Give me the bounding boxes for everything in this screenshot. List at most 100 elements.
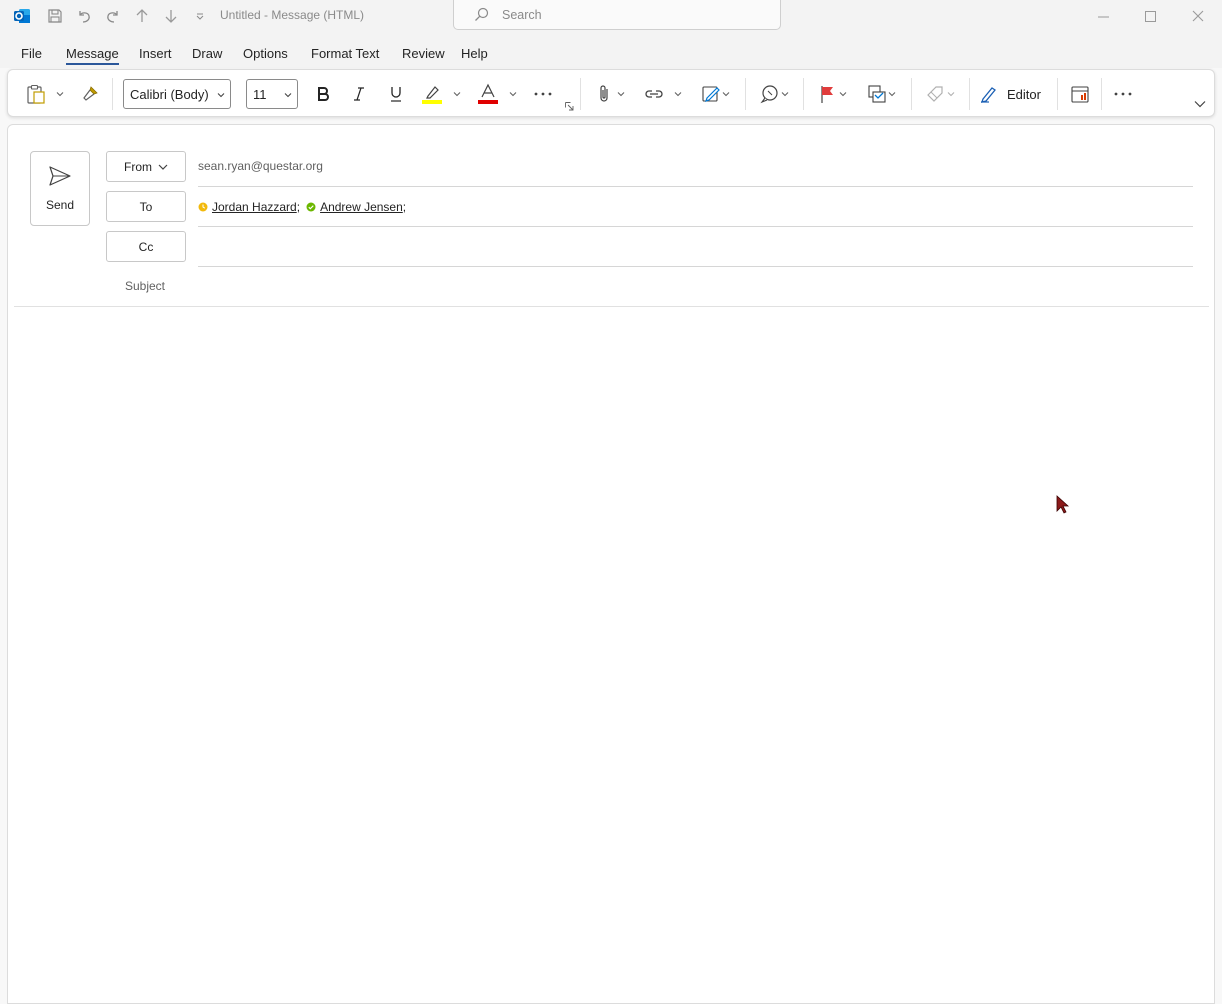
- minimize-icon: [1097, 16, 1109, 17]
- tab-draw[interactable]: Draw: [192, 46, 222, 61]
- paste-button[interactable]: [22, 80, 50, 108]
- ribbon-separator: [580, 78, 581, 110]
- tab-options[interactable]: Options: [243, 46, 288, 61]
- bold-button[interactable]: [311, 80, 335, 108]
- to-label: To: [139, 199, 153, 214]
- arrow-down-icon[interactable]: [160, 5, 182, 27]
- recipient-separator: ;: [402, 200, 407, 214]
- subject-label: Subject: [124, 279, 166, 293]
- tab-format-text[interactable]: Format Text: [311, 46, 379, 61]
- flag-dropdown[interactable]: [837, 80, 849, 108]
- bold-icon: [318, 87, 329, 101]
- ribbon-expand-button[interactable]: [1194, 100, 1206, 108]
- highlighter-icon: [422, 86, 442, 104]
- chevron-down-icon: [217, 93, 225, 98]
- editor-pen-icon: [981, 87, 996, 103]
- chevron-down-icon: [284, 93, 292, 98]
- recipient-chip[interactable]: Andrew Jensen;: [306, 200, 406, 214]
- chevron-down-icon: [1194, 101, 1206, 108]
- font-name-value: Calibri (Body): [130, 86, 209, 102]
- active-tab-indicator: [66, 63, 119, 65]
- highlight-button[interactable]: [419, 80, 445, 108]
- highlight-color-dropdown[interactable]: [450, 80, 464, 108]
- dictate-dropdown[interactable]: [779, 80, 791, 108]
- paste-options-dropdown[interactable]: [52, 80, 68, 108]
- ribbon-separator: [745, 78, 746, 110]
- subject-input[interactable]: [198, 273, 1193, 301]
- undo-icon[interactable]: [73, 5, 95, 27]
- tab-message[interactable]: Message: [66, 46, 119, 61]
- tracking-icon: [868, 85, 886, 103]
- font-dialog-launcher[interactable]: [565, 102, 574, 111]
- ribbon: Calibri (Body) 11 Editor: [7, 69, 1215, 117]
- chevron-down-icon: [453, 92, 461, 97]
- font-size-dropdown[interactable]: 11: [246, 79, 298, 109]
- attach-file-button[interactable]: [592, 80, 616, 108]
- format-painter-button[interactable]: [78, 80, 102, 108]
- close-button[interactable]: [1175, 0, 1221, 32]
- menu-bar: File Message Insert Draw Options Format …: [0, 32, 1222, 68]
- font-color-button[interactable]: [475, 80, 501, 108]
- send-label: Send: [45, 198, 75, 212]
- link-button[interactable]: [641, 80, 667, 108]
- chevron-down-icon: [839, 92, 847, 97]
- italic-icon: [354, 87, 364, 101]
- attach-file-dropdown[interactable]: [615, 80, 627, 108]
- field-divider: [198, 266, 1193, 267]
- to-button[interactable]: To: [106, 191, 186, 222]
- tab-file[interactable]: File: [21, 46, 42, 61]
- maximize-icon: [1144, 10, 1156, 22]
- from-button[interactable]: From: [106, 151, 186, 182]
- viva-insights-button[interactable]: [1067, 80, 1093, 108]
- body-divider: [14, 306, 1209, 307]
- font-size-value: 11: [253, 86, 267, 102]
- font-color-dropdown[interactable]: [506, 80, 520, 108]
- flag-icon: [821, 86, 833, 103]
- outlook-logo-icon[interactable]: [11, 5, 33, 27]
- cc-button[interactable]: Cc: [106, 231, 186, 262]
- cc-label: Cc: [138, 239, 154, 254]
- from-address[interactable]: sean.ryan@questar.org: [198, 159, 323, 173]
- send-button[interactable]: Send: [30, 151, 90, 226]
- more-formatting-button[interactable]: [530, 80, 556, 108]
- tracking-dropdown[interactable]: [886, 80, 898, 108]
- tab-help[interactable]: Help: [461, 46, 488, 61]
- save-icon[interactable]: [44, 5, 66, 27]
- underline-button[interactable]: [384, 80, 408, 108]
- chevron-down-icon: [674, 92, 682, 97]
- font-name-dropdown[interactable]: Calibri (Body): [123, 79, 231, 109]
- window-title: Untitled - Message (HTML): [220, 8, 365, 22]
- cc-input[interactable]: [198, 235, 1193, 263]
- message-body[interactable]: [14, 309, 1209, 989]
- maximize-button[interactable]: [1127, 0, 1173, 32]
- send-icon: [49, 166, 71, 186]
- minimize-button[interactable]: [1080, 0, 1126, 32]
- signature-dropdown[interactable]: [720, 80, 732, 108]
- redo-icon[interactable]: [102, 5, 124, 27]
- presence-away-icon: [198, 202, 208, 212]
- ribbon-separator: [112, 78, 113, 110]
- chevron-down-icon: [509, 92, 517, 97]
- paperclip-icon: [600, 85, 608, 102]
- ribbon-separator: [1057, 78, 1058, 110]
- recipient-chip[interactable]: Jordan Hazzard;: [198, 200, 300, 214]
- search-box[interactable]: Search: [453, 0, 781, 30]
- dialog-launcher-icon: [565, 102, 574, 111]
- more-icon: [534, 92, 552, 96]
- format-painter-icon: [83, 86, 98, 101]
- from-label: From: [124, 159, 152, 174]
- italic-button[interactable]: [347, 80, 371, 108]
- signature-icon: [702, 86, 720, 102]
- presence-available-icon: [306, 202, 316, 212]
- link-dropdown[interactable]: [672, 80, 684, 108]
- editor-button[interactable]: Editor: [979, 80, 1049, 108]
- search-icon: [474, 7, 489, 22]
- tab-review[interactable]: Review: [402, 46, 445, 61]
- customize-toolbar-icon[interactable]: [189, 5, 211, 27]
- more-commands-button[interactable]: [1110, 80, 1136, 108]
- sensitivity-dropdown[interactable]: [945, 80, 957, 108]
- tab-insert[interactable]: Insert: [139, 46, 172, 61]
- arrow-up-icon[interactable]: [131, 5, 153, 27]
- sensitivity-icon: [927, 86, 943, 102]
- to-field[interactable]: Jordan Hazzard; Andrew Jensen;: [198, 200, 412, 214]
